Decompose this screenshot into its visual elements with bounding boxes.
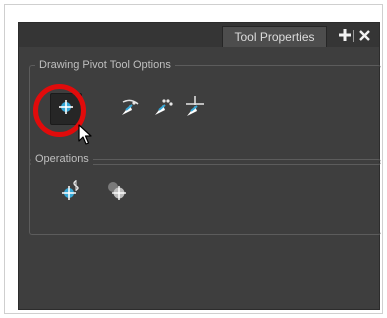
pivot-cross-button[interactable]: [179, 93, 211, 125]
tab-controls-divider: [353, 30, 354, 42]
operations-label: Operations: [31, 152, 93, 166]
operations-group: Operations: [29, 152, 381, 235]
tool-properties-panel: Tool Properties Drawing Pivot Tool Optio…: [18, 22, 381, 310]
pivot-line-icon: [119, 96, 141, 123]
pivot-dots-button[interactable]: [147, 93, 179, 125]
tab-tool-properties[interactable]: Tool Properties: [222, 26, 327, 47]
pivot-cross-icon: [183, 95, 207, 124]
close-icon[interactable]: [356, 27, 372, 43]
drawing-pivot-options-label: Drawing Pivot Tool Options: [35, 58, 175, 72]
pivot-line-button[interactable]: [114, 93, 146, 125]
pivot-dots-icon: [152, 96, 174, 123]
pivot-target-button[interactable]: [100, 176, 132, 208]
plus-icon[interactable]: [337, 27, 353, 43]
reset-pivot-icon: [60, 178, 84, 207]
mouse-pointer-icon: [78, 124, 92, 151]
pivot-target-icon: [104, 178, 128, 207]
reset-pivot-button[interactable]: [56, 176, 88, 208]
panel-tab-bar: Tool Properties: [19, 23, 379, 47]
